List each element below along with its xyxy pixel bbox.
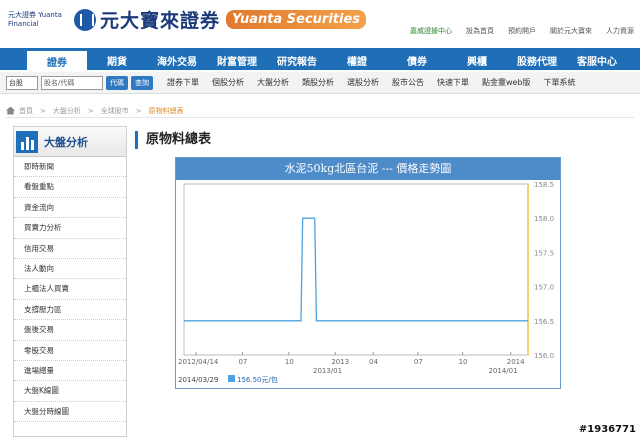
subnav-item[interactable]: 選股分析 xyxy=(347,77,379,88)
chart-svg: 158.5 158.0 157.5 157.0 156.5 156.0 2012/04/14… xyxy=(178,181,554,384)
logo-main-text: 元大寶來證券 xyxy=(100,10,221,32)
subnav-item[interactable]: 下單系統 xyxy=(544,77,576,88)
x-tick-label: 2013 xyxy=(331,358,349,366)
y-tick-label: 158.0 xyxy=(534,215,554,223)
x-tick-label: 2013/01 xyxy=(313,367,342,375)
sidebar-item[interactable]: 法人動向 xyxy=(14,259,126,280)
y-tick-label: 156.0 xyxy=(534,352,554,360)
x-tick-label: 04 xyxy=(369,358,378,366)
nav-tab-securities[interactable]: 證券 xyxy=(27,48,87,70)
sidebar-item[interactable]: 資金流向 xyxy=(14,198,126,219)
subnav-item[interactable]: 類股分析 xyxy=(302,77,334,88)
subnav-item[interactable]: 點金靈web版 xyxy=(482,77,531,88)
nav-tab-futures[interactable]: 期貨 xyxy=(87,48,147,70)
sidebar-item[interactable]: 即時新聞 xyxy=(14,157,126,178)
y-tick-label: 157.0 xyxy=(534,284,554,292)
subnav-item[interactable]: 快速下單 xyxy=(437,77,469,88)
breadcrumb-current: 原物料總表 xyxy=(148,106,184,115)
latest-value-label: 156.50元/包 xyxy=(237,375,278,384)
sub-nav-items: 證券下單 個股分析 大盤分析 類股分析 選股分析 股市公告 快速下單 點金靈we… xyxy=(167,77,589,88)
breadcrumb-item[interactable]: 大盤分析 xyxy=(53,106,81,116)
top-links: 嘉威證據中心 設為首頁 預約開戶 關於元大寶來 人力資源 xyxy=(396,26,634,36)
top-link[interactable]: 關於元大寶來 xyxy=(550,26,592,36)
sidebar-title: 大盤分析 xyxy=(44,135,88,149)
sub-nav: 台股 股名/代碼 代碼 查詢 證券下單 個股分析 大盤分析 類股分析 選股分析 … xyxy=(0,72,640,94)
breadcrumb-sep: > xyxy=(40,106,46,115)
sidebar-item[interactable]: 零股交易 xyxy=(14,341,126,361)
x-tick-label: 10 xyxy=(459,358,468,366)
sidebar: 大盤分析 即時新聞 看盤重點 資金流向 買賣力分析 信用交易 法人動向 上櫃法人… xyxy=(13,126,127,437)
top-link[interactable]: 嘉威證據中心 xyxy=(410,26,452,36)
query-button[interactable]: 查詢 xyxy=(131,75,153,90)
top-link[interactable]: 預約開戶 xyxy=(508,26,536,36)
price-chart: 水泥50kg北區台泥 --- 價格走勢圖 158.5 158.0 157.5 157.… xyxy=(175,157,561,389)
sidebar-item[interactable]: 信用交易 xyxy=(14,239,126,259)
home-icon[interactable] xyxy=(6,106,15,115)
x-tick-label: 2012/04/14 xyxy=(178,358,219,366)
subnav-item[interactable]: 股市公告 xyxy=(392,77,424,88)
page-title: 原物料總表 xyxy=(135,131,211,149)
y-tick-label: 156.5 xyxy=(534,318,554,326)
top-link[interactable]: 人力資源 xyxy=(606,26,634,36)
sidebar-item[interactable]: 大盤分時線圖 xyxy=(14,402,126,423)
x-tick-label: 2014/01 xyxy=(488,367,517,375)
main-nav: 證券 期貨 海外交易 財富管理 研究報告 權證 債券 興櫃 股務代理 客服中心 xyxy=(0,48,640,70)
sidebar-item[interactable]: 支撐壓力區 xyxy=(14,300,126,321)
nav-tab-overseas[interactable]: 海外交易 xyxy=(147,48,207,70)
logo-en-text: Yuanta Securities xyxy=(226,10,367,29)
breadcrumb-sep: > xyxy=(87,106,94,115)
nav-tab-warrants[interactable]: 權證 xyxy=(327,48,387,70)
subnav-item[interactable]: 大盤分析 xyxy=(257,77,289,88)
top-link[interactable]: 設為首頁 xyxy=(466,26,494,36)
subnav-item[interactable]: 個股分析 xyxy=(212,77,244,88)
plot-area xyxy=(183,183,529,356)
breadcrumb: 首頁 > 大盤分析 > 全球股市 > 原物料總表 xyxy=(6,104,634,118)
date-label: 2014/03/29 xyxy=(178,376,218,384)
legend-swatch xyxy=(228,375,235,382)
x-tick-label: 07 xyxy=(414,358,423,366)
sidebar-item[interactable]: 買賣力分析 xyxy=(14,218,126,239)
x-tick-label: 10 xyxy=(285,358,294,366)
sidebar-item[interactable]: 盤後交易 xyxy=(14,320,126,341)
breadcrumb-item[interactable]: 首頁 xyxy=(19,106,33,116)
breadcrumb-sep: > xyxy=(135,106,142,115)
nav-tab-research[interactable]: 研究報告 xyxy=(267,48,327,70)
y-tick-label: 157.5 xyxy=(534,249,554,257)
nav-tab-bonds[interactable]: 債券 xyxy=(387,48,447,70)
market-select[interactable]: 台股 xyxy=(6,75,38,90)
logo[interactable]: 元大證券 Yuanta Financial 元大寶來證券 Yuanta Secu… xyxy=(8,6,367,33)
x-tick-label: 07 xyxy=(238,358,247,366)
y-tick-label: 158.5 xyxy=(534,181,554,189)
nav-tab-stock-agency[interactable]: 股務代理 xyxy=(507,48,567,70)
sidebar-item[interactable]: 大盤K線圖 xyxy=(14,381,126,402)
sidebar-header: 大盤分析 xyxy=(14,127,126,157)
nav-tab-wealth[interactable]: 財富管理 xyxy=(207,48,267,70)
subnav-item[interactable]: 證券下單 xyxy=(167,77,199,88)
nav-tab-emerging[interactable]: 興櫃 xyxy=(447,48,507,70)
nav-tab-service[interactable]: 客服中心 xyxy=(567,48,627,70)
watermark-text: #1936771 xyxy=(578,424,636,435)
stock-search-input[interactable]: 股名/代碼 xyxy=(41,75,103,90)
breadcrumb-item[interactable]: 全球股市 xyxy=(101,106,129,116)
logo-small-text: 元大證券 Yuanta Financial xyxy=(8,10,62,28)
logo-badge-icon xyxy=(74,8,96,31)
bar-chart-icon xyxy=(16,130,38,153)
sidebar-item[interactable]: 看盤重點 xyxy=(14,177,126,198)
sidebar-item[interactable]: 上櫃法人買賣 xyxy=(14,279,126,300)
sidebar-item[interactable]: 進場總量 xyxy=(14,361,126,382)
header: 元大證券 Yuanta Financial 元大寶來證券 Yuanta Secu… xyxy=(0,0,640,46)
x-tick-label: 2014 xyxy=(507,358,525,366)
code-button[interactable]: 代碼 xyxy=(106,75,128,90)
